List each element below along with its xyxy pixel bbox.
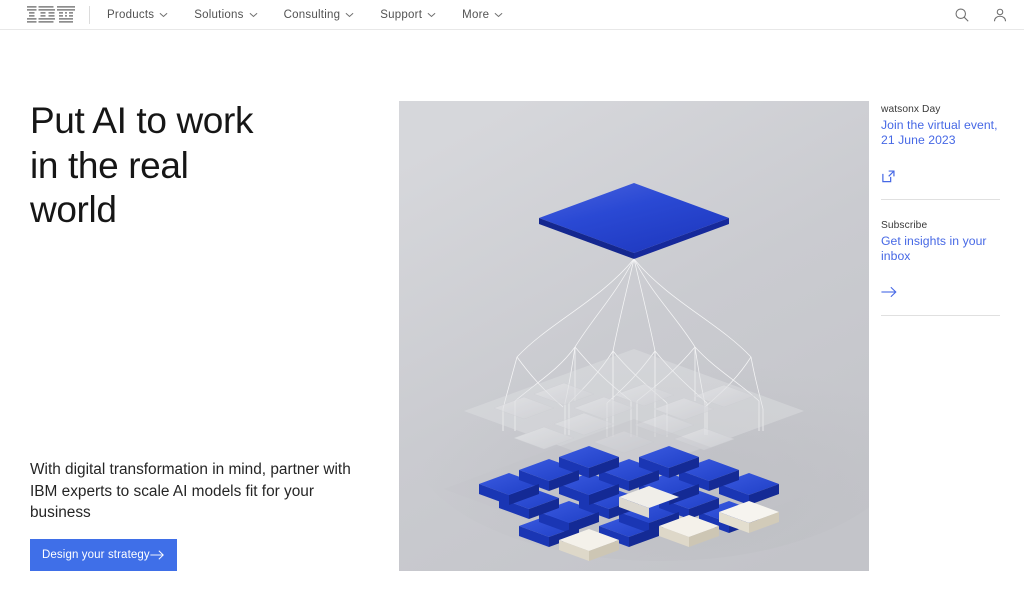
nav-item-label: More bbox=[462, 8, 490, 21]
hero-subcopy: With digital transformation in mind, par… bbox=[30, 461, 351, 521]
promo-rail: watsonx Day Join the virtual event, 21 J… bbox=[881, 92, 1000, 317]
design-your-strategy-button[interactable]: Design your strategy bbox=[30, 539, 177, 571]
subscribe-arrow-button[interactable] bbox=[881, 283, 899, 301]
masthead: Products Solutions Consulting Support Mo bbox=[0, 0, 1024, 30]
arrow-right-icon bbox=[881, 287, 897, 298]
nav-item-label: Consulting bbox=[283, 8, 341, 21]
hero-illustration bbox=[399, 101, 869, 571]
nav-item-consulting[interactable]: Consulting bbox=[271, 0, 368, 29]
chevron-down-icon bbox=[249, 12, 258, 17]
nav-item-label: Products bbox=[107, 8, 155, 21]
hero-text-column: Put AI to work in the real world With di… bbox=[30, 30, 380, 593]
nav-item-products[interactable]: Products bbox=[94, 0, 181, 29]
page-title: Put AI to work in the real world bbox=[30, 100, 254, 230]
masthead-divider bbox=[89, 5, 90, 24]
chevron-down-icon bbox=[159, 12, 168, 17]
user-profile-icon bbox=[993, 8, 1007, 21]
rail-link-get-insights[interactable]: Get insights in your inbox bbox=[881, 234, 1000, 263]
external-link-icon bbox=[882, 170, 895, 182]
rail-eyebrow: watsonx Day bbox=[881, 104, 941, 115]
arrow-right-icon bbox=[150, 550, 164, 560]
chevron-down-icon bbox=[345, 12, 354, 17]
rail-link-join-virtual-event[interactable]: Join the virtual event, 21 June 2023 bbox=[881, 118, 1000, 147]
nav-item-label: Support bbox=[380, 8, 423, 21]
rail-card-watsonx-day: watsonx Day Join the virtual event, 21 J… bbox=[881, 92, 1000, 199]
nav-item-solutions[interactable]: Solutions bbox=[181, 0, 270, 29]
ibm-logo bbox=[27, 6, 75, 23]
search-button[interactable] bbox=[952, 5, 972, 25]
masthead-actions bbox=[952, 0, 1010, 29]
chevron-down-icon bbox=[494, 12, 503, 17]
nav-item-label: Solutions bbox=[194, 8, 244, 21]
nav-item-more[interactable]: More bbox=[449, 0, 516, 29]
user-profile-button[interactable] bbox=[990, 5, 1010, 25]
rail-card-subscribe: Subscribe Get insights in your inbox bbox=[881, 199, 1000, 317]
primary-navigation: Products Solutions Consulting Support Mo bbox=[94, 0, 516, 29]
page-body: Put AI to work in the real world With di… bbox=[0, 30, 1024, 593]
ibm-logo-link[interactable] bbox=[0, 0, 89, 29]
search-icon bbox=[955, 8, 969, 22]
hero-image bbox=[399, 101, 869, 571]
nav-item-support[interactable]: Support bbox=[367, 0, 449, 29]
rail-eyebrow: Subscribe bbox=[881, 220, 928, 232]
cta-label: Design your strategy bbox=[42, 549, 150, 561]
external-link-button[interactable] bbox=[881, 167, 899, 185]
chevron-down-icon bbox=[427, 12, 436, 17]
